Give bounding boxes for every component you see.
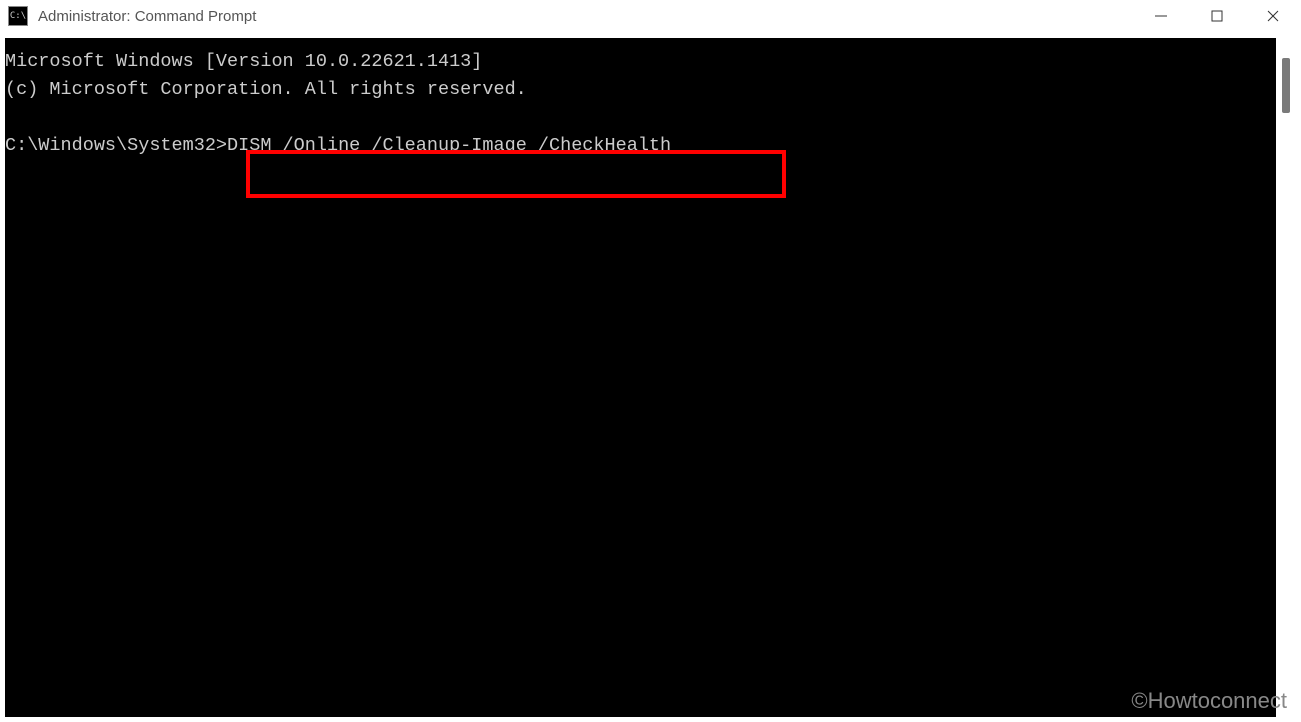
prompt-text: C:\Windows\System32> — [5, 135, 227, 156]
copyright-line: (c) Microsoft Corporation. All rights re… — [5, 79, 527, 100]
window-controls — [1133, 0, 1301, 32]
cmd-app-icon: C:\ — [8, 6, 28, 26]
scrollbar-thumb[interactable] — [1282, 58, 1290, 113]
minimize-icon — [1154, 9, 1168, 23]
maximize-button[interactable] — [1189, 0, 1245, 32]
version-line: Microsoft Windows [Version 10.0.22621.14… — [5, 51, 482, 72]
close-button[interactable] — [1245, 0, 1301, 32]
window-title: Administrator: Command Prompt — [38, 8, 1133, 25]
maximize-icon — [1210, 9, 1224, 23]
command-prompt-window: C:\ Administrator: Command Prompt Micros… — [0, 0, 1301, 722]
watermark-text: ©Howtoconnect — [1131, 688, 1287, 714]
console-output[interactable]: Microsoft Windows [Version 10.0.22621.14… — [5, 38, 1276, 717]
titlebar[interactable]: C:\ Administrator: Command Prompt — [0, 0, 1301, 32]
minimize-button[interactable] — [1133, 0, 1189, 32]
scrollbar-track[interactable] — [1276, 38, 1296, 717]
command-text[interactable]: DISM /Online /Cleanup-Image /CheckHealth — [227, 135, 671, 156]
console-wrapper: Microsoft Windows [Version 10.0.22621.14… — [0, 32, 1301, 722]
close-icon — [1266, 9, 1280, 23]
